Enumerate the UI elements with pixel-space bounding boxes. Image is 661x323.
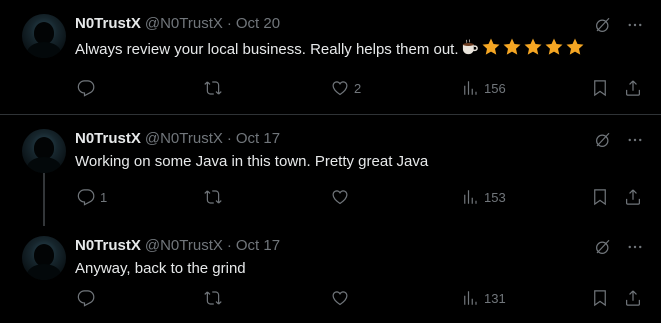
like-button[interactable] (331, 188, 354, 206)
tweet-date[interactable]: Oct 20 (236, 14, 280, 34)
star-icon (544, 37, 564, 57)
five-star-rating (481, 37, 585, 57)
action-bar: 131 (75, 288, 645, 308)
bookmark-icon (591, 188, 609, 206)
tweet[interactable]: N0TrustX @N0TrustX · Oct 20 Always revie… (0, 0, 661, 115)
reply-icon (77, 289, 95, 307)
retweet-icon (204, 289, 222, 307)
bookmark-icon (591, 79, 609, 97)
tweet-text: Working on some Java in this town. Prett… (75, 153, 429, 170)
views-button[interactable]: 156 (461, 79, 506, 97)
grok-icon[interactable] (593, 16, 613, 34)
author-handle[interactable]: @N0TrustX (145, 129, 223, 149)
share-button[interactable] (624, 188, 642, 206)
separator-dot: · (226, 237, 232, 254)
share-button[interactable] (624, 289, 642, 307)
share-icon (624, 79, 642, 97)
retweet-icon (204, 188, 222, 206)
tweet-date[interactable]: Oct 17 (236, 129, 280, 149)
more-options-icon[interactable] (625, 131, 645, 149)
more-options-icon[interactable] (625, 238, 645, 256)
more-options-icon[interactable] (625, 16, 645, 34)
author-name[interactable]: N0TrustX (75, 14, 141, 34)
star-icon (565, 37, 585, 57)
like-button[interactable] (331, 289, 354, 307)
author-name[interactable]: N0TrustX (75, 129, 141, 149)
tweet-feed: N0TrustX @N0TrustX · Oct 20 Always revie… (0, 0, 661, 323)
avatar[interactable] (22, 236, 66, 280)
tweet-text: Always review your local business. Reall… (75, 41, 459, 58)
like-count: 2 (354, 80, 362, 96)
share-icon (624, 188, 642, 206)
action-bar: 2 156 (75, 78, 645, 98)
retweet-icon (204, 79, 222, 97)
bookmark-button[interactable] (591, 79, 609, 97)
reply-button[interactable]: 1 (77, 188, 107, 206)
author-name[interactable]: N0TrustX (75, 236, 141, 256)
tweet-header: N0TrustX @N0TrustX · Oct 17 (75, 129, 645, 149)
bookmark-icon (591, 289, 609, 307)
reply-button[interactable] (77, 289, 100, 307)
retweet-button[interactable] (204, 79, 227, 97)
author-handle[interactable]: @N0TrustX (145, 236, 223, 256)
like-button[interactable]: 2 (331, 79, 361, 97)
view-count: 153 (484, 189, 506, 205)
reply-icon (77, 79, 95, 97)
star-icon (523, 37, 543, 57)
heart-icon (331, 188, 349, 206)
tweet-text: Anyway, back to the grind (75, 260, 246, 277)
star-icon (502, 37, 522, 57)
heart-icon (331, 289, 349, 307)
retweet-button[interactable] (204, 188, 227, 206)
reply-button[interactable] (77, 79, 100, 97)
view-count: 131 (484, 290, 506, 306)
avatar[interactable] (22, 14, 66, 58)
tweet[interactable]: N0TrustX @N0TrustX · Oct 17 Working on s… (0, 115, 661, 222)
bookmark-button[interactable] (591, 289, 609, 307)
action-bar: 1 153 (75, 187, 645, 207)
retweet-button[interactable] (204, 289, 227, 307)
grok-icon[interactable] (593, 238, 613, 256)
separator-dot: · (226, 15, 232, 32)
star-icon (481, 37, 501, 57)
reply-icon (77, 188, 95, 206)
views-button[interactable]: 153 (461, 188, 506, 206)
share-icon (624, 289, 642, 307)
tweet-text-row: Always review your local business. Reall… (75, 37, 645, 60)
author-handle[interactable]: @N0TrustX (145, 14, 223, 34)
tweet-header: N0TrustX @N0TrustX · Oct 20 (75, 14, 645, 34)
share-button[interactable] (624, 79, 642, 97)
reply-count: 1 (100, 189, 108, 205)
views-button[interactable]: 131 (461, 289, 506, 307)
bar-chart-icon (461, 289, 479, 307)
coffee-icon (460, 37, 480, 57)
tweet-date[interactable]: Oct 17 (236, 236, 280, 256)
avatar[interactable] (22, 129, 66, 173)
bar-chart-icon (461, 188, 479, 206)
bookmark-button[interactable] (591, 188, 609, 206)
tweet-header: N0TrustX @N0TrustX · Oct 17 (75, 236, 645, 256)
view-count: 156 (484, 80, 506, 96)
tweet[interactable]: N0TrustX @N0TrustX · Oct 17 Anyway, back… (0, 222, 661, 322)
bar-chart-icon (461, 79, 479, 97)
heart-icon (331, 79, 349, 97)
separator-dot: · (226, 130, 232, 147)
grok-icon[interactable] (593, 131, 613, 149)
